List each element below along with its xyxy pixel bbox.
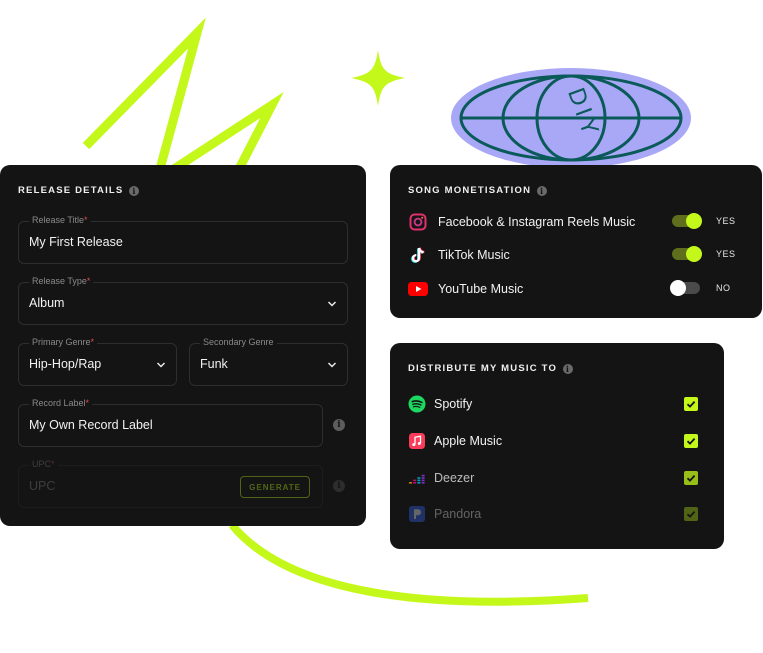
- upc-field[interactable]: UPC* UPC GENERATE: [18, 459, 323, 508]
- song-monetisation-title: SONG MONETISATION i: [408, 185, 548, 196]
- monetisation-label: Facebook & Instagram Reels Music: [438, 215, 636, 229]
- diy-badge-text: DIY: [562, 84, 605, 142]
- youtube-icon: [408, 279, 428, 299]
- pandora-checkbox[interactable]: [684, 507, 698, 521]
- toggle-state-label: YES: [716, 249, 736, 259]
- checkmark-icon: [686, 437, 696, 445]
- upc-row: UPC* UPC GENERATE i: [0, 165, 366, 526]
- upc-label: UPC*: [29, 459, 58, 469]
- distribute-row-deezer: Deezer: [408, 467, 698, 489]
- distribute-row-pandora: Pandora: [408, 503, 698, 525]
- deezer-icon: [408, 469, 426, 487]
- monetisation-row-tiktok: TikTok Music YES: [408, 244, 744, 266]
- distribute-label: Pandora: [434, 507, 482, 521]
- distribute-card: DISTRIBUTE MY MUSIC TO i Spotify Apple M…: [390, 343, 724, 549]
- info-icon[interactable]: i: [537, 185, 548, 196]
- youtube-toggle[interactable]: [670, 280, 700, 296]
- toggle-state-label: YES: [716, 216, 736, 226]
- distribute-label: Apple Music: [434, 434, 503, 448]
- info-icon[interactable]: i: [563, 363, 574, 374]
- checkmark-icon: [686, 474, 696, 482]
- diy-badge: DIY: [451, 68, 691, 168]
- deezer-checkbox[interactable]: [684, 471, 698, 485]
- release-details-card: RELEASE DETAILS i Release Title* My Firs…: [0, 165, 366, 526]
- checkmark-icon: [686, 400, 696, 408]
- apple-music-icon: [408, 432, 426, 450]
- instagram-icon: [408, 212, 428, 232]
- tiktok-icon: [408, 245, 428, 265]
- song-monetisation-card: SONG MONETISATION i Facebook & Instagram…: [390, 165, 762, 318]
- spotify-checkbox[interactable]: [684, 397, 698, 411]
- spotify-icon: [408, 395, 426, 413]
- pandora-icon: [408, 505, 426, 523]
- song-monetisation-heading: SONG MONETISATION: [408, 185, 532, 196]
- toggle-state-label: NO: [716, 283, 731, 293]
- sparkle-icon: [351, 50, 405, 106]
- instagram-toggle[interactable]: [672, 213, 702, 229]
- generate-button[interactable]: GENERATE: [240, 476, 310, 498]
- upc-info-icon[interactable]: i: [333, 480, 345, 492]
- monetisation-label: YouTube Music: [438, 282, 524, 296]
- monetisation-row-youtube: YouTube Music NO: [408, 278, 744, 300]
- distribute-row-spotify: Spotify: [408, 393, 698, 415]
- distribute-label: Spotify: [434, 397, 473, 411]
- apple-music-checkbox[interactable]: [684, 434, 698, 448]
- distribute-label: Deezer: [434, 471, 475, 485]
- monetisation-row-instagram: Facebook & Instagram Reels Music YES: [408, 211, 744, 233]
- upc-placeholder: UPC: [29, 479, 56, 493]
- monetisation-label: TikTok Music: [438, 248, 510, 262]
- distribute-heading: DISTRIBUTE MY MUSIC TO: [408, 363, 558, 374]
- tiktok-toggle[interactable]: [672, 246, 702, 262]
- distribute-row-apple-music: Apple Music: [408, 430, 698, 452]
- distribute-title: DISTRIBUTE MY MUSIC TO i: [408, 363, 574, 374]
- checkmark-icon: [686, 510, 696, 518]
